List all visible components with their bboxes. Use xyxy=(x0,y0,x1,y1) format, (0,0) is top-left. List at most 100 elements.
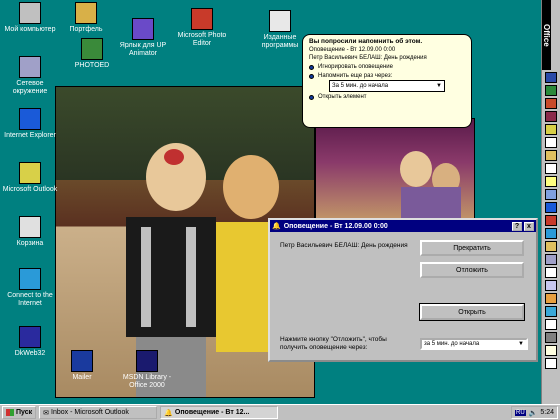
desktop-icon-label: Ярлык для UP Animator xyxy=(119,42,167,57)
access-icon[interactable] xyxy=(545,111,557,122)
speaker-icon[interactable]: 🔈 xyxy=(529,409,538,417)
photo-editor-icon xyxy=(191,8,213,30)
system-tray: RU 🔈 5:24 xyxy=(510,406,558,419)
desktop-icon-label: Портфель xyxy=(69,26,103,33)
desktop-icon-label: Корзина xyxy=(16,240,44,247)
desktop-icon-label: Internet Explorer xyxy=(4,132,56,139)
bin-icon[interactable] xyxy=(545,358,557,369)
taskbar-item-outlook[interactable]: ✉ Inbox - Microsoft Outlook xyxy=(39,406,158,419)
mailer-icon xyxy=(71,350,93,372)
desktop-icon-label: PHOTOED xyxy=(74,62,110,69)
desktop-icon-my-computer[interactable]: Мой компьютер xyxy=(0,2,60,34)
photo-icon[interactable] xyxy=(545,215,557,226)
dialog-subject: Петр Васильевич БЕЛАШ: День рождения xyxy=(280,242,408,249)
desktop: Мой компьютер Портфель Ярлык для UP Anim… xyxy=(0,0,560,420)
tasks-icon[interactable] xyxy=(545,163,557,174)
windows-logo-icon xyxy=(6,409,14,416)
open-button[interactable]: Открыть xyxy=(419,303,525,321)
desktop-icon-label: Мой компьютер xyxy=(4,26,56,33)
balloon-option-open[interactable]: Открыть элемент xyxy=(309,93,465,101)
desktop-icon-recycle-bin[interactable]: Корзина xyxy=(0,216,60,248)
contacts-icon[interactable] xyxy=(545,150,557,161)
start-label: Пуск xyxy=(16,409,33,416)
journal-icon[interactable] xyxy=(545,189,557,200)
balloon-option-ignore[interactable]: Игнорировать оповещение xyxy=(309,63,465,71)
language-indicator[interactable]: RU xyxy=(514,409,526,416)
note-icon[interactable] xyxy=(545,176,557,187)
recycle-bin-icon xyxy=(19,216,41,238)
programs-icon xyxy=(269,10,291,32)
briefcase-icon xyxy=(75,2,97,24)
globe-icon[interactable] xyxy=(545,306,557,317)
desktop-icon-briefcase[interactable]: Портфель xyxy=(56,2,116,34)
desktop-icon-programs[interactable]: Изданные программы xyxy=(250,10,310,50)
desktop-icon-outlook[interactable]: Microsoft Outlook xyxy=(0,162,60,194)
desktop-icon-photo-editor[interactable]: Microsoft Photo Editor xyxy=(172,8,232,48)
office-bar-label[interactable]: Office xyxy=(542,0,551,70)
inbox-icon: ✉ xyxy=(43,409,50,417)
clock[interactable]: 5:24 xyxy=(540,409,554,416)
outlook-icon xyxy=(19,162,41,184)
desktop-icon-label: Microsoft Outlook xyxy=(2,186,58,193)
excel-icon[interactable] xyxy=(545,85,557,96)
desktop-icon-internet-explorer[interactable]: Internet Explorer xyxy=(0,108,60,140)
balloon-option-remind[interactable]: Напомнить еще раз через: xyxy=(309,72,465,80)
reminder-balloon: Вы попросили напомнить об этом. Оповещен… xyxy=(302,34,472,128)
paint-icon[interactable] xyxy=(545,293,557,304)
help-bar-icon[interactable] xyxy=(545,319,557,330)
desktop-icon-label: DkWeb32 xyxy=(14,350,46,357)
desktop-icon-photoed[interactable]: PHOTOED xyxy=(62,38,122,70)
outlook-bar-icon[interactable] xyxy=(545,124,557,135)
desktop-icon-up-animator[interactable]: Ярлык для UP Animator xyxy=(113,18,173,58)
settings-icon[interactable] xyxy=(545,332,557,343)
folder-icon[interactable] xyxy=(545,241,557,252)
balloon-option-label: Игнорировать оповещение xyxy=(318,64,393,70)
desktop-icon-label: Сетевое окружение xyxy=(12,80,48,95)
wallpaper-photo-kids xyxy=(315,118,475,228)
chart-icon[interactable] xyxy=(545,280,557,291)
taskbar-item-label: Inbox - Microsoft Outlook xyxy=(51,409,129,416)
desktop-icon-msdn[interactable]: MSDN Library - Office 2000 xyxy=(117,350,177,390)
dkweb-icon xyxy=(19,326,41,348)
office-shortcut-bar: Office xyxy=(541,0,560,404)
network-bar-icon[interactable] xyxy=(545,254,557,265)
taskbar-item-label: Оповещение - Вт 12... xyxy=(174,409,250,416)
powerpoint-icon[interactable] xyxy=(545,98,557,109)
photoed-icon xyxy=(81,38,103,60)
desktop-icon-dkweb[interactable]: DkWeb32 xyxy=(0,326,60,358)
snooze-instruction: Нажмите кнопку "Отложить", чтобы получит… xyxy=(280,336,387,351)
balloon-subtitle: Оповещение - Вт 12.09.00 0:00 xyxy=(309,47,396,53)
dialog-title: Оповещение - Вт 12.09.00 0:00 xyxy=(283,222,388,230)
taskbar-item-reminder[interactable]: 🔔 Оповещение - Вт 12... xyxy=(160,406,279,419)
my-computer-icon xyxy=(19,2,41,24)
desktop-icon-network[interactable]: Сетевое окружение xyxy=(0,56,60,96)
balloon-snooze-select[interactable]: За 5 мин. до начала ▼ xyxy=(329,80,445,92)
bell-icon: 🔔 xyxy=(164,409,173,417)
close-button[interactable]: x xyxy=(524,221,534,231)
bell-icon: 🔔 xyxy=(272,223,281,230)
desktop-icon-label: MSDN Library - Office 2000 xyxy=(122,374,172,389)
dialog-titlebar[interactable]: 🔔 Оповещение - Вт 12.09.00 0:00 ? x xyxy=(270,220,536,232)
desktop-icon-mailer[interactable]: Mailer xyxy=(52,350,112,382)
msdn-icon xyxy=(136,350,158,372)
network-icon xyxy=(19,56,41,78)
tool-icon[interactable] xyxy=(545,267,557,278)
taskbar: Пуск ✉ Inbox - Microsoft Outlook 🔔 Опове… xyxy=(0,404,560,420)
dismiss-button[interactable]: Прекратить xyxy=(420,240,524,256)
desktop-icon-label: Изданные программы xyxy=(261,34,299,49)
calendar-icon[interactable] xyxy=(545,137,557,148)
help-button[interactable]: ? xyxy=(512,221,522,231)
explorer-icon[interactable] xyxy=(545,202,557,213)
desktop-icon-label: Connect to the Internet xyxy=(7,292,53,307)
mail-icon[interactable] xyxy=(545,345,557,356)
desktop-icon-connect[interactable]: Connect to the Internet xyxy=(0,268,60,308)
radio-bullet-icon xyxy=(309,64,314,70)
start-button[interactable]: Пуск xyxy=(2,406,37,419)
internet-icon[interactable] xyxy=(545,228,557,239)
word-icon[interactable] xyxy=(545,72,557,83)
chevron-down-icon: ▼ xyxy=(518,341,524,347)
shortcut-icon xyxy=(132,18,154,40)
radio-bullet-icon xyxy=(309,73,314,79)
postpone-button[interactable]: Отложить xyxy=(420,262,524,278)
snooze-select[interactable]: за 5 мин. до начала ▼ xyxy=(420,338,528,350)
